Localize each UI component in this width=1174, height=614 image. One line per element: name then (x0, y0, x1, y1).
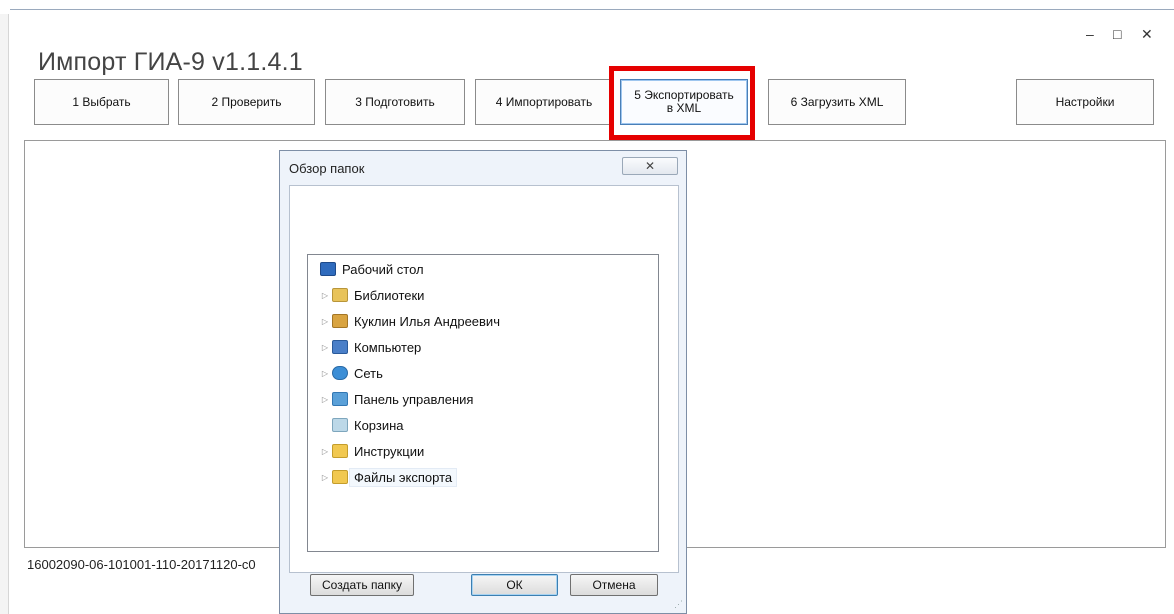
tree-item-export-files[interactable]: ▷ Файлы экспорта (320, 465, 458, 489)
network-icon (332, 366, 348, 380)
libraries-icon (332, 288, 348, 302)
import-button[interactable]: 4 Импортировать (475, 79, 613, 125)
resize-grip-icon[interactable]: ⋰ (674, 599, 683, 610)
tree-item-user[interactable]: ▷ Куклин Илья Андреевич (320, 309, 500, 333)
settings-button[interactable]: Настройки (1016, 79, 1154, 125)
maximize-button[interactable]: □ (1113, 26, 1121, 42)
dialog-title: Обзор папок (289, 161, 365, 176)
background-window-edge (0, 14, 9, 614)
expand-arrow-icon[interactable]: ▷ (320, 291, 330, 300)
folder-icon (332, 470, 348, 484)
expand-arrow-icon[interactable]: ▷ (320, 473, 330, 482)
expand-arrow-icon[interactable]: ▷ (320, 343, 330, 352)
tree-item-computer[interactable]: ▷ Компьютер (320, 335, 421, 359)
tree-item-label: Панель управления (354, 391, 474, 407)
recycle-bin-icon (332, 418, 348, 432)
tree-item-label: Инструкции (354, 443, 425, 459)
tree-item-label: Рабочий стол (342, 261, 424, 277)
window-title: Импорт ГИА-9 v1.1.4.1 (38, 48, 303, 76)
dialog-close-button[interactable]: ✕ (622, 157, 678, 175)
expand-arrow-icon[interactable]: ▷ (320, 395, 330, 404)
tree-item-recycle-bin[interactable]: Корзина (330, 413, 404, 437)
expand-arrow-icon[interactable]: ▷ (320, 447, 330, 456)
highlight-box (609, 66, 755, 140)
user-folder-icon (332, 314, 348, 328)
tree-item-label: Куклин Илья Андреевич (354, 313, 500, 329)
tree-item-instructions[interactable]: ▷ Инструкции (320, 439, 424, 463)
tree-item-label: Библиотеки (354, 287, 425, 303)
ok-button[interactable]: ОК (471, 574, 558, 596)
expand-arrow-icon[interactable]: ▷ (320, 369, 330, 378)
close-button[interactable]: ✕ (1141, 26, 1153, 43)
tree-item-libraries[interactable]: ▷ Библиотеки (320, 283, 425, 307)
computer-icon (332, 340, 348, 354)
status-file-name: 16002090-06-101001-110-20171120-c0 (27, 557, 256, 572)
tree-item-desktop[interactable]: Рабочий стол (318, 257, 424, 281)
tree-item-control-panel[interactable]: ▷ Панель управления (320, 387, 474, 411)
tree-item-label: Компьютер (354, 339, 422, 355)
desktop-icon (320, 262, 336, 276)
expand-arrow-icon[interactable]: ▷ (320, 317, 330, 326)
tree-item-label: Корзина (354, 417, 404, 433)
select-button[interactable]: 1 Выбрать (34, 79, 169, 125)
create-folder-button[interactable]: Создать папку (310, 574, 414, 596)
control-panel-icon (332, 392, 348, 406)
minimize-button[interactable]: – (1086, 26, 1094, 42)
folder-tree[interactable]: Рабочий стол ▷ Библиотеки ▷ Куклин Илья … (307, 254, 659, 552)
load-xml-button[interactable]: 6 Загрузить XML (768, 79, 906, 125)
prepare-button[interactable]: 3 Подготовить (325, 79, 465, 125)
check-button[interactable]: 2 Проверить (178, 79, 315, 125)
close-icon: ✕ (644, 159, 656, 173)
browse-folders-dialog: Обзор папок ✕ Рабочий стол ▷ Библиотеки … (279, 150, 687, 614)
tree-item-label: Сеть (354, 365, 383, 381)
cancel-button[interactable]: Отмена (570, 574, 658, 596)
tree-item-label: Файлы экспорта (349, 467, 458, 487)
folder-icon (332, 444, 348, 458)
top-strip (0, 0, 1174, 10)
tree-item-network[interactable]: ▷ Сеть (320, 361, 383, 385)
